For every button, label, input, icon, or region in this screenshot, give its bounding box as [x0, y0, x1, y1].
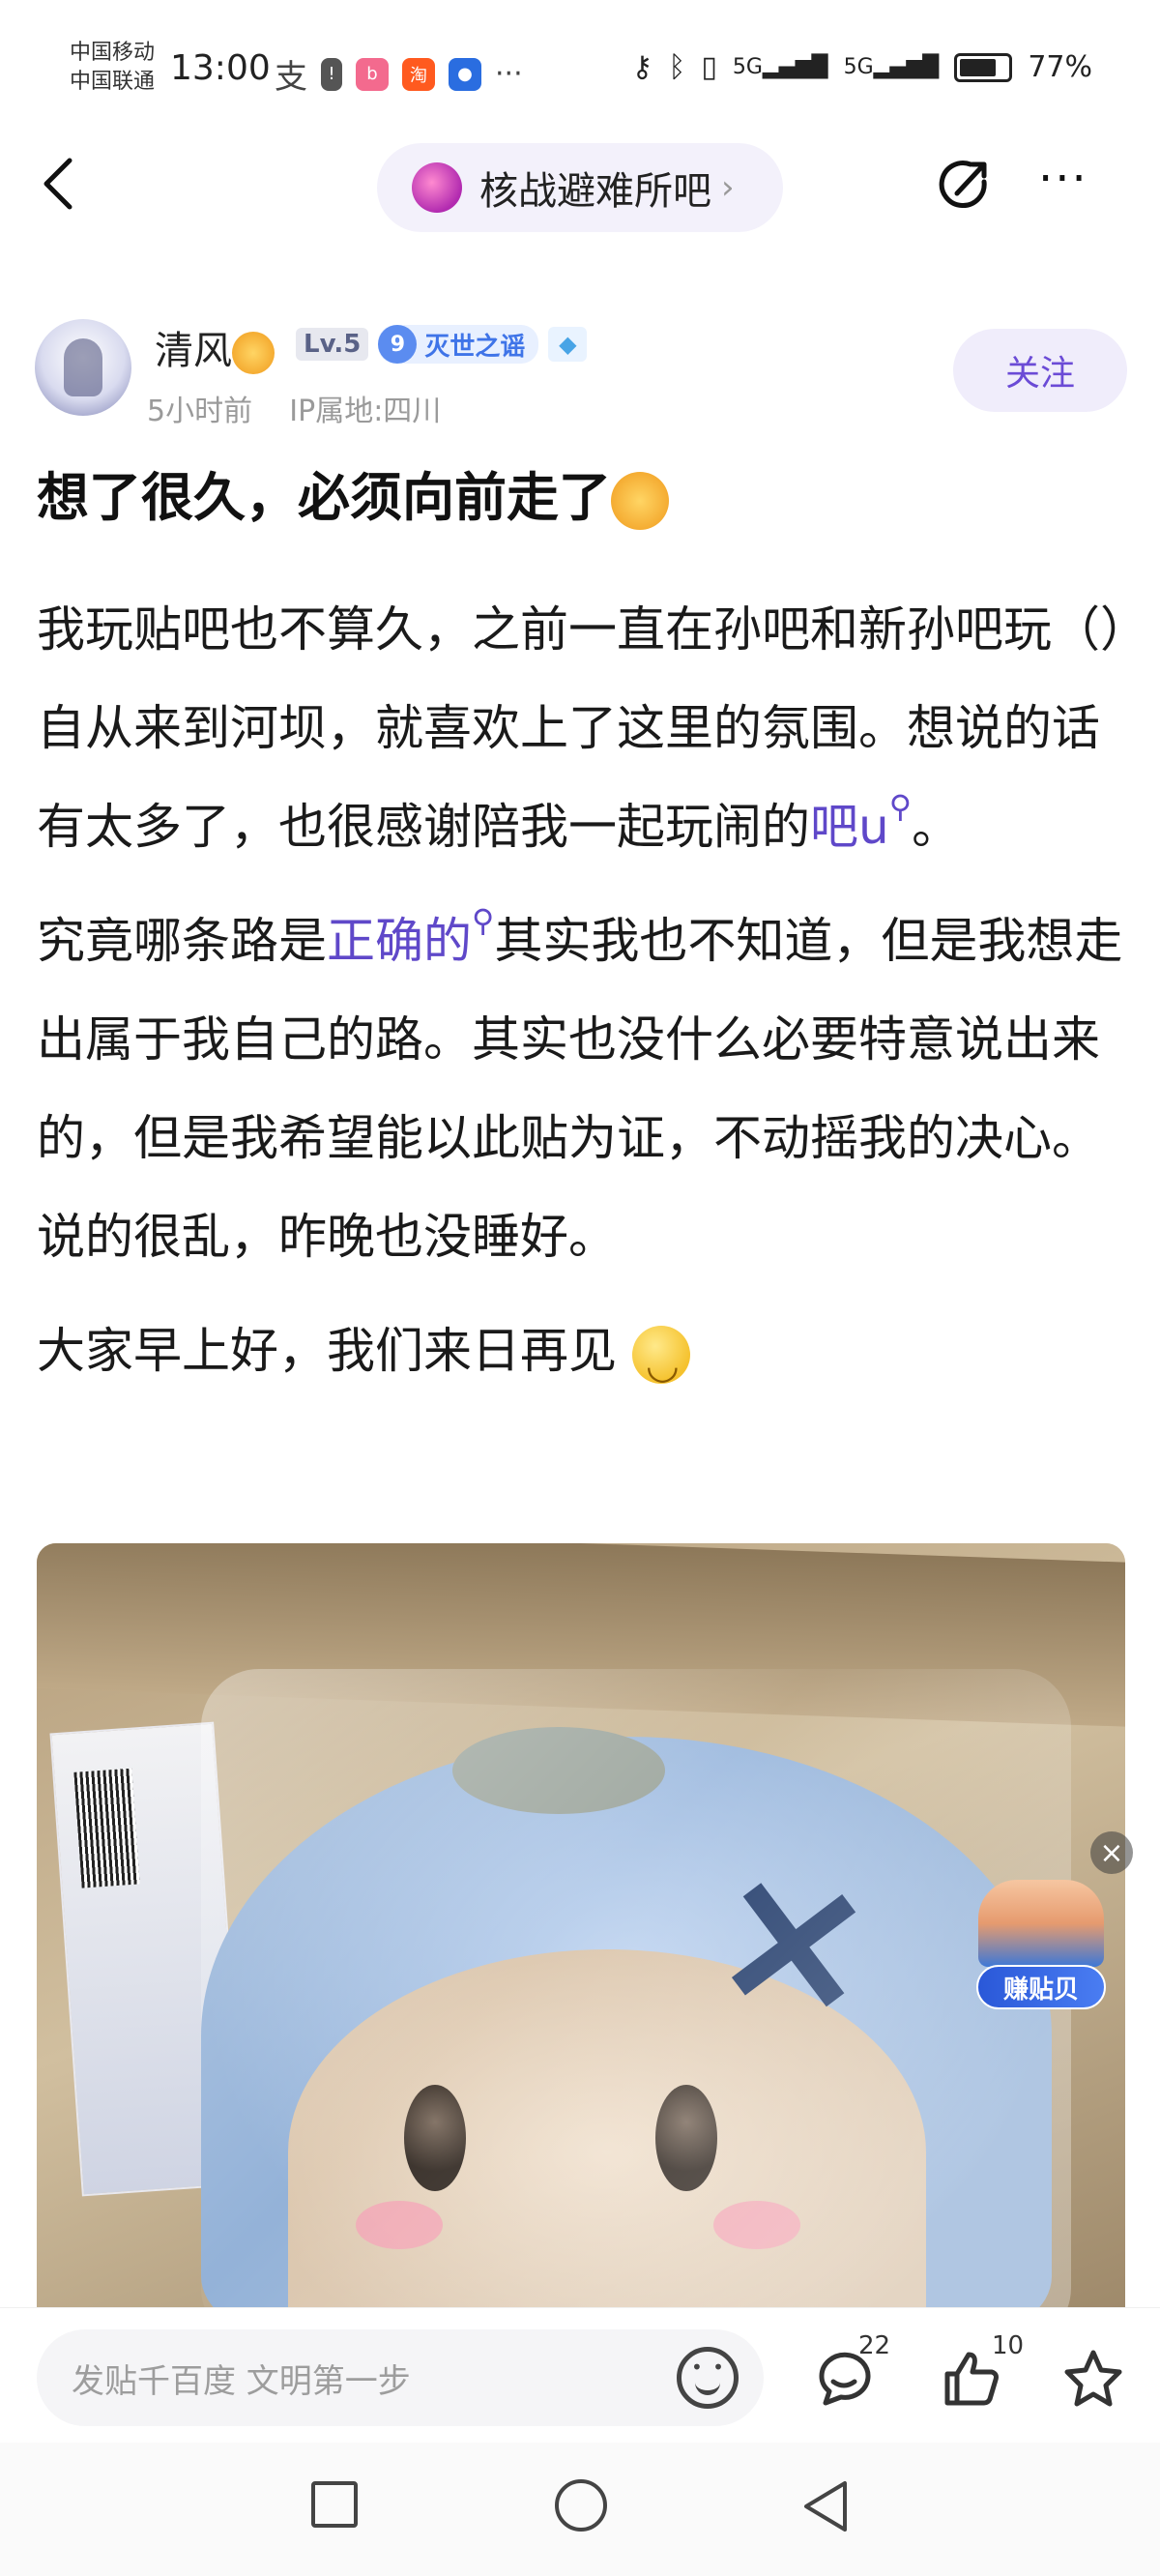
more-notifications-icon: ···: [495, 57, 523, 91]
carrier-2: 中国联通: [70, 70, 156, 94]
like-button[interactable]: 10: [940, 2331, 1024, 2416]
photo-plastic-bag: [201, 1669, 1071, 2307]
home-button[interactable]: [555, 2479, 607, 2532]
author-row: 清风 Lv.5 9 灭世之谣 ◆ 5小时前 IP属地:四川 关注: [35, 319, 1127, 435]
signal-2-label: 5G: [843, 55, 874, 79]
paragraph-text: 我玩贴吧也不算久，之前一直在孙吧和新孙吧玩（）自从来到河坝，就喜欢上了这里的氛围…: [37, 601, 1124, 855]
comment-input[interactable]: 发贴千百度 文明第一步: [37, 2329, 764, 2426]
ad-figures: [978, 1880, 1104, 1967]
notification-icons: 支 ! b 淘 ● ···: [275, 50, 523, 98]
vibrate-icon: ▯: [701, 50, 717, 84]
title-level: 9: [378, 325, 418, 364]
signal-1-icon: 5G▂▄▆█: [732, 55, 828, 79]
back-nav-button[interactable]: [798, 2477, 853, 2535]
search-icon: ⚲: [888, 788, 913, 825]
signal-1-label: 5G: [732, 55, 763, 79]
cat-emoji-icon: [611, 472, 669, 531]
paragraph: 大家早上好，我们来日再见: [37, 1302, 1129, 1415]
post-title: 想了很久，必须向前走了: [37, 454, 669, 531]
more-button[interactable]: ···: [1038, 155, 1106, 217]
paragraph-end: 。: [912, 799, 961, 855]
bilibili-icon: b: [356, 57, 389, 91]
keyword-link-text: 吧u: [810, 799, 889, 855]
like-count: 10: [992, 2331, 1025, 2360]
paragraph-text: 究竟哪条路是: [37, 913, 327, 969]
battery-percent: 77%: [1028, 50, 1092, 84]
back-button[interactable]: [39, 155, 97, 222]
clock: 13:00: [170, 48, 271, 88]
app-icon: ●: [449, 57, 481, 91]
signal-2-icon: 5G▂▄▆█: [843, 55, 940, 79]
chevron-right-icon: ›: [721, 168, 735, 207]
top-nav: 核战避难所吧 › ···: [0, 135, 1160, 242]
search-icon: ⚲: [472, 902, 495, 939]
status-indicators: ⚷ ᛒ ▯ 5G▂▄▆█ 5G▂▄▆█ 77%: [631, 50, 1092, 84]
cat-emoji-icon: [232, 332, 275, 374]
close-ad-button[interactable]: ×: [1090, 1831, 1133, 1874]
paragraph: 究竟哪条路是正确的⚲其实我也不知道，但是我想走出属于我自己的路。其实也没什么必要…: [37, 892, 1129, 1286]
keyword-link[interactable]: 吧u⚲: [810, 788, 912, 855]
key-icon: ⚷: [631, 50, 653, 84]
forum-name: 核战避难所吧: [479, 169, 711, 214]
post-meta: 5小时前 IP属地:四川: [147, 387, 441, 429]
carrier-1: 中国移动: [70, 41, 156, 65]
user-badges: Lv.5 9 灭世之谣 ◆: [296, 325, 588, 364]
forum-link[interactable]: 核战避难所吧 ›: [377, 143, 783, 232]
post-time: 5小时前: [147, 395, 253, 428]
username[interactable]: 清风: [155, 319, 275, 375]
keyword-link-text: 正确的: [327, 913, 472, 969]
system-nav-bar: [0, 2443, 1160, 2576]
triangle-back-icon: [804, 2481, 847, 2532]
paragraph-text: 大家早上好，我们来日再见: [37, 1323, 617, 1379]
more-dots-icon: ···: [1038, 152, 1088, 206]
recent-apps-button[interactable]: [311, 2481, 358, 2528]
title-text: 灭世之谣: [424, 332, 526, 362]
favorite-button[interactable]: [1061, 2339, 1129, 2416]
avatar[interactable]: [35, 319, 131, 416]
forum-avatar: [412, 162, 462, 213]
post-body: 我玩贴吧也不算久，之前一直在孙吧和新孙吧玩（）自从来到河坝，就喜欢上了这里的氛围…: [37, 580, 1129, 1416]
paragraph: 我玩贴吧也不算久，之前一直在孙吧和新孙吧玩（）自从来到河坝，就喜欢上了这里的氛围…: [37, 580, 1129, 876]
comments-button[interactable]: 22: [812, 2331, 890, 2416]
share-icon: [939, 161, 987, 209]
status-bar: 中国移动 中国联通 13:00 支 ! b 淘 ● ··· ⚷ ᛒ ▯ 5G▂▄…: [0, 0, 1160, 135]
share-button[interactable]: [936, 155, 998, 217]
alert-icon: !: [321, 57, 342, 91]
bluetooth-icon: ᛒ: [668, 50, 686, 84]
ad-label: 赚贴贝: [976, 1965, 1106, 2009]
bottom-action-bar: 发贴千百度 文明第一步 22 10: [0, 2307, 1160, 2443]
close-icon: ×: [1099, 1835, 1124, 1870]
level-badge: Lv.5: [296, 328, 369, 361]
smile-emoji-icon: [631, 1316, 690, 1415]
comment-count: 22: [858, 2331, 891, 2360]
follow-button[interactable]: 关注: [953, 329, 1127, 412]
ip-location: IP属地:四川: [289, 395, 442, 428]
chevron-left-icon: [44, 158, 72, 210]
diamond-icon: ◆: [548, 327, 588, 362]
star-icon: [1064, 2350, 1122, 2407]
post-photo[interactable]: ×: [37, 1543, 1125, 2307]
post-title-text: 想了很久，必须向前走了: [37, 467, 611, 528]
carrier-info: 中国移动 中国联通: [70, 39, 155, 97]
alipay-icon: 支: [275, 58, 307, 97]
keyword-link[interactable]: 正确的⚲: [327, 902, 494, 969]
emoji-button[interactable]: [677, 2347, 739, 2409]
taobao-icon: 淘: [402, 57, 435, 91]
floating-ad[interactable]: 赚贴贝: [969, 1880, 1114, 2015]
title-badge: 9 灭世之谣: [378, 325, 539, 364]
battery-icon: [954, 52, 1013, 82]
username-text: 清风: [155, 329, 232, 373]
